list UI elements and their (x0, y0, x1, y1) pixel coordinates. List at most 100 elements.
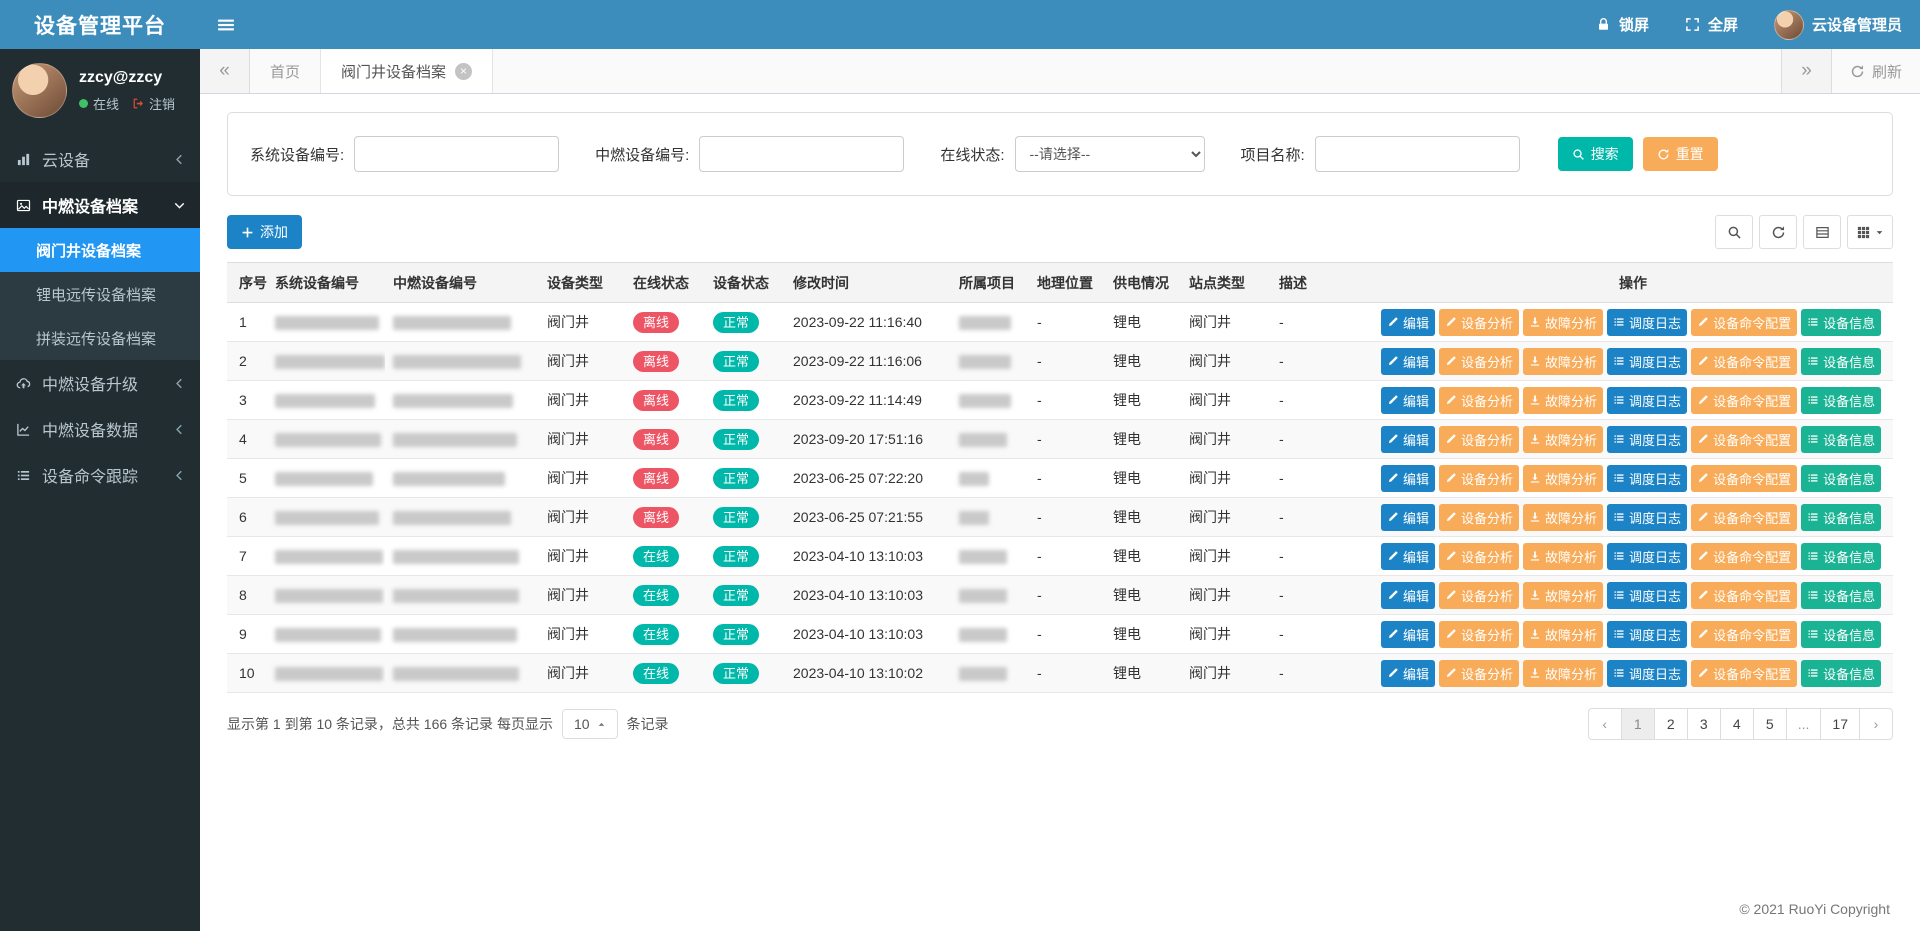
row-action-device-analysis-button[interactable]: 设备分析 (1439, 309, 1519, 336)
row-action-device-analysis-button[interactable]: 设备分析 (1439, 621, 1519, 648)
row-action-device-info-button[interactable]: 设备信息 (1801, 387, 1881, 414)
row-action-device-command-config-button[interactable]: 设备命令配置 (1691, 426, 1797, 453)
row-action-dispatch-log-button[interactable]: 调度日志 (1607, 582, 1687, 609)
reset-button[interactable]: 重置 (1643, 137, 1718, 171)
row-action-fault-analysis-button[interactable]: 故障分析 (1523, 348, 1603, 375)
row-action-device-analysis-button[interactable]: 设备分析 (1439, 348, 1519, 375)
row-action-edit-button[interactable]: 编辑 (1381, 504, 1435, 531)
row-action-dispatch-log-button[interactable]: 调度日志 (1607, 504, 1687, 531)
row-action-device-info-button[interactable]: 设备信息 (1801, 621, 1881, 648)
sidebar-subitem[interactable]: 阀门井设备档案 (0, 228, 200, 272)
row-action-fault-analysis-button[interactable]: 故障分析 (1523, 621, 1603, 648)
row-action-device-command-config-button[interactable]: 设备命令配置 (1691, 348, 1797, 375)
card-view-button[interactable] (1803, 215, 1841, 249)
row-action-dispatch-log-button[interactable]: 调度日志 (1607, 309, 1687, 336)
add-button[interactable]: 添加 (227, 215, 302, 249)
sidebar-item[interactable]: 中燃设备档案 (0, 182, 200, 228)
image-icon (14, 198, 32, 213)
prev-page-button[interactable]: ‹ (1588, 708, 1622, 740)
project-name-input[interactable] (1315, 136, 1520, 172)
row-action-edit-button[interactable]: 编辑 (1381, 465, 1435, 492)
online-status-select[interactable]: --请选择-- (1015, 136, 1205, 172)
row-action-device-info-button[interactable]: 设备信息 (1801, 543, 1881, 570)
row-action-device-info-button[interactable]: 设备信息 (1801, 465, 1881, 492)
page-button[interactable]: 2 (1654, 708, 1688, 740)
page-button[interactable]: 1 (1621, 708, 1655, 740)
row-action-device-info-button[interactable]: 设备信息 (1801, 426, 1881, 453)
user-menu[interactable]: 云设备管理员 (1756, 0, 1920, 49)
row-action-device-info-button[interactable]: 设备信息 (1801, 582, 1881, 609)
columns-button[interactable] (1847, 215, 1893, 249)
row-action-dispatch-log-button[interactable]: 调度日志 (1607, 387, 1687, 414)
row-action-device-analysis-button[interactable]: 设备分析 (1439, 582, 1519, 609)
row-action-fault-analysis-button[interactable]: 故障分析 (1523, 582, 1603, 609)
row-action-edit-button[interactable]: 编辑 (1381, 387, 1435, 414)
row-action-device-info-button[interactable]: 设备信息 (1801, 348, 1881, 375)
row-action-device-analysis-button[interactable]: 设备分析 (1439, 387, 1519, 414)
fullscreen-button[interactable]: 全屏 (1667, 0, 1756, 49)
row-action-edit-button[interactable]: 编辑 (1381, 348, 1435, 375)
row-action-fault-analysis-button[interactable]: 故障分析 (1523, 426, 1603, 453)
row-action-dispatch-log-button[interactable]: 调度日志 (1607, 426, 1687, 453)
row-action-device-analysis-button[interactable]: 设备分析 (1439, 660, 1519, 687)
tabs-scroll-left-button[interactable]: « (200, 49, 250, 93)
refresh-table-button[interactable] (1759, 215, 1797, 249)
logout-link[interactable]: 注销 (132, 94, 175, 113)
row-action-dispatch-log-button[interactable]: 调度日志 (1607, 621, 1687, 648)
row-action-dispatch-log-button[interactable]: 调度日志 (1607, 543, 1687, 570)
row-action-device-info-button[interactable]: 设备信息 (1801, 504, 1881, 531)
row-action-dispatch-log-button[interactable]: 调度日志 (1607, 465, 1687, 492)
row-action-device-analysis-button[interactable]: 设备分析 (1439, 465, 1519, 492)
row-action-dispatch-log-button[interactable]: 调度日志 (1607, 348, 1687, 375)
row-action-device-analysis-button[interactable]: 设备分析 (1439, 504, 1519, 531)
sidebar-subitem[interactable]: 锂电远传设备档案 (0, 272, 200, 316)
row-action-device-info-button[interactable]: 设备信息 (1801, 660, 1881, 687)
row-action-fault-analysis-button[interactable]: 故障分析 (1523, 660, 1603, 687)
row-action-device-command-config-button[interactable]: 设备命令配置 (1691, 387, 1797, 414)
sidebar-item[interactable]: 设备命令跟踪 (0, 452, 200, 498)
system-device-no-input[interactable] (354, 136, 559, 172)
row-action-device-info-button[interactable]: 设备信息 (1801, 309, 1881, 336)
row-action-fault-analysis-button[interactable]: 故障分析 (1523, 504, 1603, 531)
search-button[interactable]: 搜索 (1558, 137, 1633, 171)
row-action-device-command-config-button[interactable]: 设备命令配置 (1691, 504, 1797, 531)
toggle-search-button[interactable] (1715, 215, 1753, 249)
tab-refresh-button[interactable]: 刷新 (1831, 49, 1920, 93)
row-action-dispatch-log-button[interactable]: 调度日志 (1607, 660, 1687, 687)
sidebar-item[interactable]: 云设备 (0, 136, 200, 182)
page-button[interactable]: 3 (1687, 708, 1721, 740)
page-button[interactable]: 5 (1753, 708, 1787, 740)
row-action-edit-button[interactable]: 编辑 (1381, 543, 1435, 570)
row-action-device-command-config-button[interactable]: 设备命令配置 (1691, 660, 1797, 687)
gas-device-no-input[interactable] (699, 136, 904, 172)
sidebar-toggle-button[interactable] (200, 0, 252, 49)
row-action-edit-button[interactable]: 编辑 (1381, 309, 1435, 336)
row-action-fault-analysis-button[interactable]: 故障分析 (1523, 465, 1603, 492)
page-button[interactable]: 17 (1820, 708, 1860, 740)
close-icon[interactable]: × (455, 63, 472, 80)
row-action-device-command-config-button[interactable]: 设备命令配置 (1691, 543, 1797, 570)
page-size-select[interactable]: 10 (562, 709, 618, 739)
page-button[interactable]: 4 (1720, 708, 1754, 740)
row-action-device-analysis-button[interactable]: 设备分析 (1439, 426, 1519, 453)
sidebar-subitem[interactable]: 拼装远传设备档案 (0, 316, 200, 360)
row-action-device-command-config-button[interactable]: 设备命令配置 (1691, 621, 1797, 648)
next-page-button[interactable]: › (1859, 708, 1893, 740)
row-action-fault-analysis-button[interactable]: 故障分析 (1523, 543, 1603, 570)
row-action-fault-analysis-button[interactable]: 故障分析 (1523, 309, 1603, 336)
lock-screen-button[interactable]: 锁屏 (1578, 0, 1667, 49)
row-action-device-command-config-button[interactable]: 设备命令配置 (1691, 582, 1797, 609)
row-action-device-analysis-button[interactable]: 设备分析 (1439, 543, 1519, 570)
row-action-edit-button[interactable]: 编辑 (1381, 660, 1435, 687)
row-action-device-command-config-button[interactable]: 设备命令配置 (1691, 465, 1797, 492)
row-action-fault-analysis-button[interactable]: 故障分析 (1523, 387, 1603, 414)
sidebar-item[interactable]: 中燃设备数据 (0, 406, 200, 452)
row-action-edit-button[interactable]: 编辑 (1381, 426, 1435, 453)
tab[interactable]: 首页 (250, 49, 321, 93)
tabs-scroll-right-button[interactable]: » (1781, 49, 1831, 93)
row-action-edit-button[interactable]: 编辑 (1381, 621, 1435, 648)
tab[interactable]: 阀门井设备档案× (321, 49, 493, 93)
sidebar-item[interactable]: 中燃设备升级 (0, 360, 200, 406)
row-action-device-command-config-button[interactable]: 设备命令配置 (1691, 309, 1797, 336)
row-action-edit-button[interactable]: 编辑 (1381, 582, 1435, 609)
